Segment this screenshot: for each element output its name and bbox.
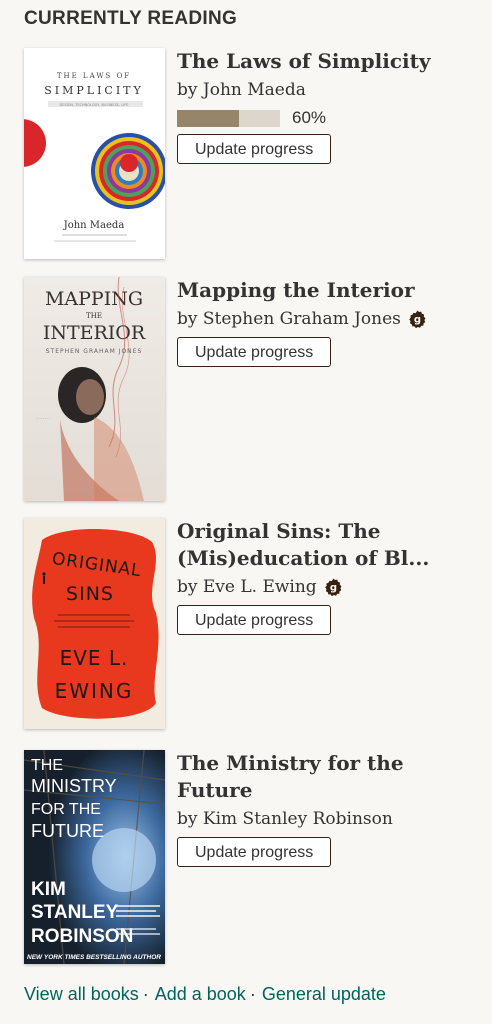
separator-dot: · xyxy=(142,984,149,1004)
cover-author-line2: STANLEY xyxy=(31,902,119,923)
book-title[interactable]: Original Sins: The (Mis)education of Bl.… xyxy=(177,518,477,572)
book-author-name[interactable]: by Stephen Graham Jones xyxy=(177,307,401,331)
svg-text:· · · · · · ·: · · · · · · · xyxy=(36,417,50,421)
reading-progress: 60% xyxy=(177,108,477,128)
cover-title-line4: FUTURE xyxy=(31,821,104,841)
goodreads-author-badge-icon: g xyxy=(324,578,343,597)
cover-art: MAPPING THE INTERIOR STEPHEN GRAHAM JONE… xyxy=(24,277,165,501)
book-author-name[interactable]: by Eve L. Ewing xyxy=(177,575,317,599)
separator-dot: · xyxy=(249,984,256,1004)
general-update-link[interactable]: General update xyxy=(262,984,386,1004)
svg-text:g: g xyxy=(330,582,337,593)
cover-author: John Maeda xyxy=(63,220,125,231)
cover-title-line1: MAPPING xyxy=(45,288,143,310)
cover-author: STEPHEN GRAHAM JONES xyxy=(46,348,143,355)
cover-title-line1: THE xyxy=(31,757,63,774)
cover-author-line2: EWING xyxy=(55,679,134,703)
svg-text:g: g xyxy=(414,314,421,325)
add-book-link[interactable]: Add a book xyxy=(155,984,246,1004)
update-progress-button[interactable]: Update progress xyxy=(177,605,332,635)
book-cover[interactable]: THE LAWS OF SIMPLICITY DESIGN, TECHNOLOG… xyxy=(24,48,165,259)
book-author[interactable]: by Kim Stanley Robinson xyxy=(177,807,477,831)
cover-art: THE LAWS OF SIMPLICITY DESIGN, TECHNOLOG… xyxy=(24,48,165,259)
cover-art: ORIGINAL SINS EVE L. EWING xyxy=(24,518,165,729)
cover-author-line1: EVE L. xyxy=(60,646,129,670)
cover-art: THE MINISTRY FOR THE FUTURE KIM STANLEY … xyxy=(24,750,165,964)
cover-title-line2: THE xyxy=(86,312,102,320)
book-author[interactable]: by Stephen Graham Jones g xyxy=(177,307,477,331)
book-author-name[interactable]: by Kim Stanley Robinson xyxy=(177,807,393,831)
book-author[interactable]: by Eve L. Ewing g xyxy=(177,575,477,599)
book-title[interactable]: Mapping the Interior xyxy=(177,277,477,304)
section-title: CURRENTLY READING xyxy=(24,8,238,29)
book-title[interactable]: The Ministry for the Future xyxy=(177,750,477,804)
cover-title-line2: MINISTRY xyxy=(31,776,117,796)
update-progress-button[interactable]: Update progress xyxy=(177,337,332,367)
book-cover[interactable]: ORIGINAL SINS EVE L. EWING xyxy=(24,518,165,729)
view-all-books-link[interactable]: View all books xyxy=(24,984,139,1004)
progress-fill xyxy=(177,109,239,127)
cover-title-line2: SIMPLICITY xyxy=(44,84,144,97)
update-progress-button[interactable]: Update progress xyxy=(177,837,332,867)
progress-bar xyxy=(177,109,280,127)
cover-title-line3: INTERIOR xyxy=(43,322,146,344)
cover-title-line1: THE LAWS OF xyxy=(57,72,131,80)
cover-tagline: NEW YORK TIMES BESTSELLING AUTHOR xyxy=(27,954,161,961)
footer-links: View all books · Add a book · General update xyxy=(24,984,386,1005)
cover-title-line3: FOR THE xyxy=(31,801,101,818)
progress-percent: 60% xyxy=(292,108,327,127)
book-title[interactable]: The Laws of Simplicity xyxy=(177,48,477,75)
book-cover[interactable]: THE MINISTRY FOR THE FUTURE KIM STANLEY … xyxy=(24,750,165,964)
cover-author-line1: KIM xyxy=(31,879,66,900)
cover-title-line2: SINS xyxy=(66,583,114,605)
cover-subtitle: DESIGN, TECHNOLOGY, BUSINESS, LIFE xyxy=(60,103,129,107)
update-progress-button[interactable]: Update progress xyxy=(177,134,332,164)
goodreads-author-badge-icon: g xyxy=(408,310,427,329)
book-author[interactable]: by John Maeda xyxy=(177,78,477,102)
book-author-name[interactable]: by John Maeda xyxy=(177,78,306,102)
book-cover[interactable]: MAPPING THE INTERIOR STEPHEN GRAHAM JONE… xyxy=(24,277,165,501)
